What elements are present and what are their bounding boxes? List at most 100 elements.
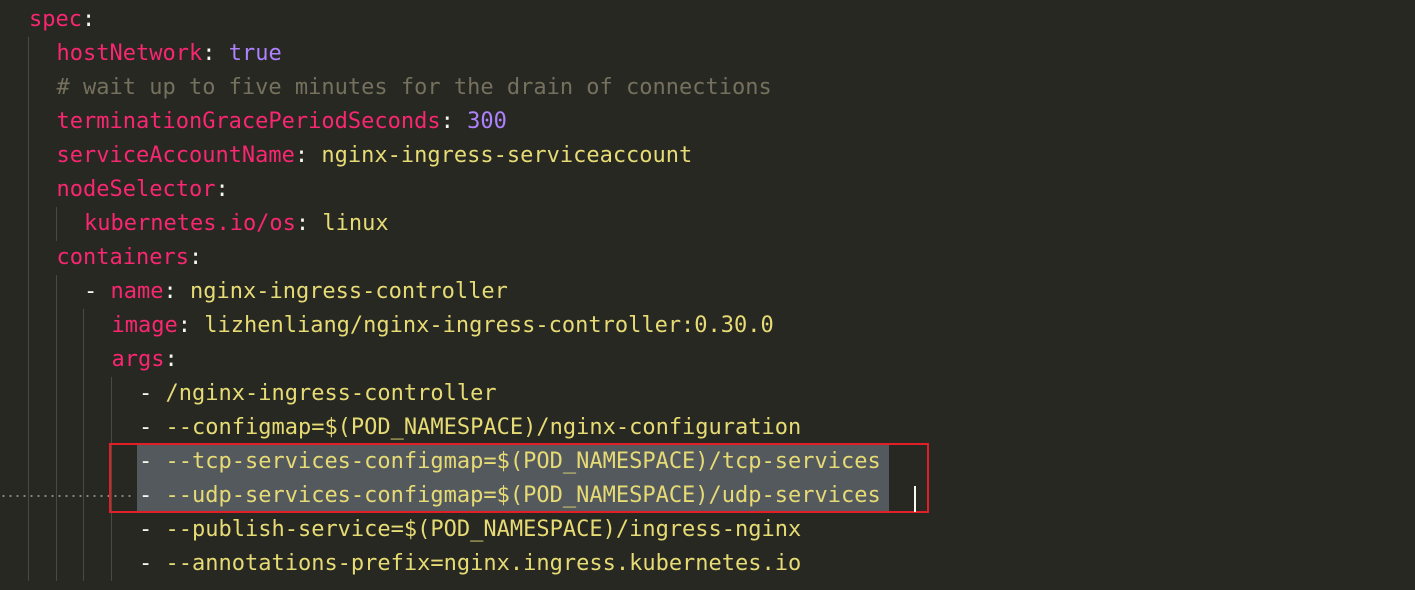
list-dash: - bbox=[139, 381, 166, 406]
indent-guide bbox=[55, 547, 57, 581]
line-code: - --tcp-services-configmap=$(POD_NAMESPA… bbox=[139, 445, 881, 479]
list-dash: - bbox=[84, 279, 111, 304]
yaml-separator: : bbox=[440, 109, 468, 134]
yaml-value: --publish-service=$(POD_NAMESPACE)/ingre… bbox=[165, 517, 802, 542]
yaml-value: lizhenliang/nginx-ingress-controller:0.3… bbox=[204, 313, 774, 338]
code-line[interactable]: image: lizhenliang/nginx-ingress-control… bbox=[0, 309, 1415, 343]
line-code: - --annotations-prefix=nginx.ingress.kub… bbox=[139, 547, 801, 581]
indent-guide bbox=[28, 241, 29, 275]
indent-guide bbox=[110, 513, 112, 547]
line-code: - --udp-services-configmap=$(POD_NAMESPA… bbox=[139, 479, 881, 513]
indent-guide bbox=[83, 411, 84, 445]
indent-guide bbox=[28, 173, 29, 207]
yaml-separator: : bbox=[188, 245, 203, 270]
yaml-comment: # wait up to five minutes for the drain … bbox=[56, 75, 772, 100]
yaml-value: 300 bbox=[467, 109, 507, 134]
yaml-key: args bbox=[111, 347, 165, 372]
yaml-value: nginx-ingress-serviceaccount bbox=[321, 143, 693, 168]
indent-guide bbox=[55, 513, 57, 547]
line-code: containers: bbox=[57, 241, 203, 275]
yaml-separator: : bbox=[177, 313, 205, 338]
yaml-separator: : bbox=[163, 279, 190, 304]
code-line[interactable]: - --udp-services-configmap=$(POD_NAMESPA… bbox=[0, 479, 1415, 513]
indent-guide bbox=[28, 71, 29, 105]
line-code: image: lizhenliang/nginx-ingress-control… bbox=[112, 309, 774, 343]
line-code: kubernetes.io/os: linux bbox=[84, 207, 389, 241]
line-code: serviceAccountName: nginx-ingress-servic… bbox=[57, 139, 693, 173]
yaml-key: hostNetwork bbox=[56, 41, 203, 66]
yaml-separator: : bbox=[215, 177, 229, 202]
indent-guide bbox=[28, 377, 29, 411]
yaml-key: terminationGracePeriodSeconds bbox=[56, 109, 441, 134]
line-code: nodeSelector: bbox=[57, 173, 229, 207]
indent-guide bbox=[55, 377, 57, 411]
list-dash: - bbox=[139, 551, 166, 576]
indent-guide bbox=[28, 275, 29, 309]
yaml-key: name bbox=[110, 279, 164, 304]
indent-guide bbox=[55, 207, 57, 241]
text-cursor bbox=[914, 486, 916, 512]
line-code: - --configmap=$(POD_NAMESPACE)/nginx-con… bbox=[139, 411, 801, 445]
code-line[interactable]: serviceAccountName: nginx-ingress-servic… bbox=[0, 139, 1415, 173]
yaml-value: true bbox=[228, 41, 282, 66]
code-line[interactable]: - name: nginx-ingress-controller bbox=[0, 275, 1415, 309]
line-code: - /nginx-ingress-controller bbox=[139, 377, 497, 411]
current-line-marker bbox=[0, 495, 135, 497]
code-line[interactable]: - --publish-service=$(POD_NAMESPACE)/ing… bbox=[0, 513, 1415, 547]
indent-guide bbox=[110, 547, 112, 581]
code-line[interactable]: - --configmap=$(POD_NAMESPACE)/nginx-con… bbox=[0, 411, 1415, 445]
yaml-key: serviceAccountName bbox=[56, 143, 295, 168]
indent-guide bbox=[28, 513, 29, 547]
code-line[interactable]: terminationGracePeriodSeconds: 300 bbox=[0, 105, 1415, 139]
code-line[interactable]: kubernetes.io/os: linux bbox=[0, 207, 1415, 241]
indent-guide bbox=[28, 139, 29, 173]
indent-guide bbox=[110, 411, 112, 445]
list-dash: - bbox=[139, 415, 166, 440]
code-line[interactable]: nodeSelector: bbox=[0, 173, 1415, 207]
yaml-key: nodeSelector bbox=[56, 177, 216, 202]
indent-guide bbox=[110, 445, 112, 479]
code-line[interactable]: hostNetwork: true bbox=[0, 37, 1415, 71]
indent-guide bbox=[55, 411, 57, 445]
line-code: - name: nginx-ingress-controller bbox=[84, 275, 508, 309]
yaml-value: nginx-ingress-controller bbox=[189, 279, 508, 304]
code-line[interactable]: spec: bbox=[0, 3, 1415, 37]
code-line[interactable]: args: bbox=[0, 343, 1415, 377]
code-line[interactable]: # wait up to five minutes for the drain … bbox=[0, 71, 1415, 105]
list-dash: - bbox=[139, 483, 166, 508]
indent-guide bbox=[28, 207, 29, 241]
indent-guide bbox=[28, 37, 29, 71]
yaml-key: spec bbox=[29, 7, 82, 32]
code-line[interactable]: - --annotations-prefix=nginx.ingress.kub… bbox=[0, 547, 1415, 581]
line-code: spec: bbox=[29, 3, 95, 37]
indent-guide bbox=[83, 309, 84, 343]
yaml-separator: : bbox=[295, 211, 323, 236]
indent-guide bbox=[83, 377, 84, 411]
code-line[interactable]: - --tcp-services-configmap=$(POD_NAMESPA… bbox=[0, 445, 1415, 479]
code-editor[interactable]: spec: hostNetwork: true # wait up to five … bbox=[0, 0, 1415, 590]
indent-guide bbox=[55, 309, 57, 343]
indent-guide bbox=[55, 275, 57, 309]
yaml-value: linux bbox=[322, 211, 389, 236]
indent-guide bbox=[28, 343, 29, 377]
indent-guide bbox=[55, 445, 57, 479]
line-code: # wait up to five minutes for the drain … bbox=[57, 71, 772, 105]
line-code: hostNetwork: true bbox=[57, 37, 282, 71]
list-dash: - bbox=[139, 449, 166, 474]
yaml-key: kubernetes.io/os bbox=[84, 211, 296, 236]
line-code: - --publish-service=$(POD_NAMESPACE)/ing… bbox=[139, 513, 801, 547]
indent-guide bbox=[28, 547, 29, 581]
code-line[interactable]: containers: bbox=[0, 241, 1415, 275]
line-code: args: bbox=[112, 343, 178, 377]
yaml-value: --udp-services-configmap=$(POD_NAMESPACE… bbox=[165, 483, 881, 508]
indent-guide bbox=[83, 445, 84, 479]
yaml-value: --annotations-prefix=nginx.ingress.kuber… bbox=[165, 551, 802, 576]
code-line[interactable]: - /nginx-ingress-controller bbox=[0, 377, 1415, 411]
yaml-separator: : bbox=[81, 7, 96, 32]
yaml-separator: : bbox=[164, 347, 178, 372]
indent-guide bbox=[83, 547, 84, 581]
indent-guide bbox=[28, 445, 29, 479]
line-code: terminationGracePeriodSeconds: 300 bbox=[57, 105, 507, 139]
yaml-separator: : bbox=[202, 41, 229, 66]
indent-guide bbox=[28, 411, 29, 445]
